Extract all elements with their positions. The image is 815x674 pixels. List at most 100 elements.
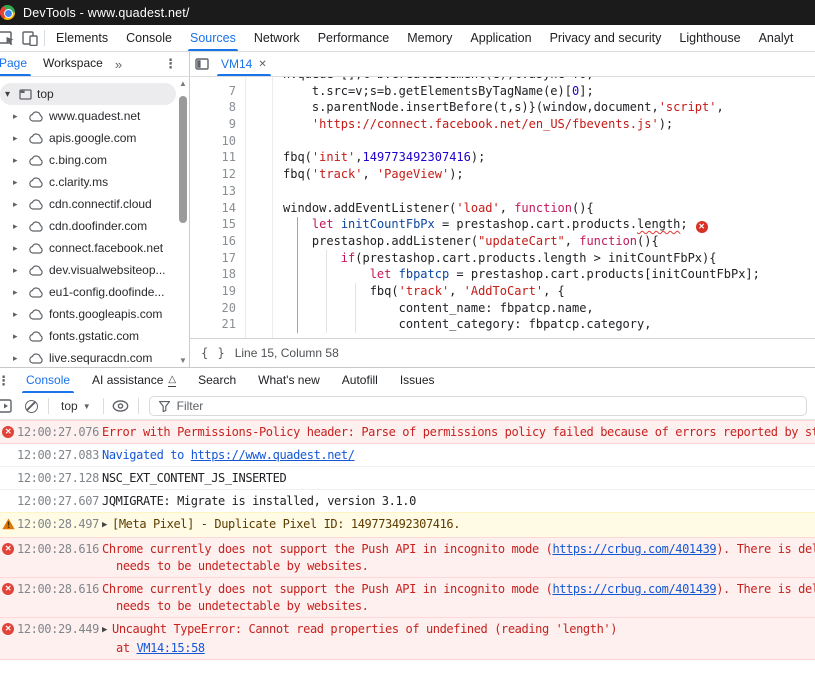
close-tab-icon[interactable]: ✕ xyxy=(258,53,266,76)
drawer-menu-icon[interactable]: ⋮ xyxy=(0,373,7,389)
message-segment: needs to be undetectable by websites. xyxy=(116,559,369,573)
panel-tab-sources[interactable]: Sources xyxy=(181,25,245,52)
tree-item-connect-facebook-net[interactable]: ▸connect.facebook.net xyxy=(0,237,189,259)
message-link[interactable]: https://crbug.com/401439 xyxy=(552,542,716,556)
triangle-collapsed-icon[interactable]: ▸ xyxy=(13,243,22,254)
tree-item-cdn-connectif-cloud[interactable]: ▸cdn.connectif.cloud xyxy=(0,193,189,215)
drawer-tab-console[interactable]: Console xyxy=(15,368,81,394)
line-number[interactable]: 12 xyxy=(190,166,236,183)
clear-console-icon[interactable] xyxy=(20,395,42,417)
console-message-error: ✕12:00:28.616Chrome currently does not s… xyxy=(0,577,815,618)
line-number[interactable]: 21 xyxy=(190,316,236,333)
hide-navigator-icon[interactable] xyxy=(190,52,214,76)
panel-tab-analyt[interactable]: Analyt xyxy=(750,25,803,52)
tree-item-fonts-gstatic-com[interactable]: ▸fonts.gstatic.com xyxy=(0,325,189,347)
drawer-tab-issues[interactable]: Issues xyxy=(389,368,446,394)
triangle-collapsed-icon[interactable]: ▸ xyxy=(13,177,22,188)
expand-triangle-icon[interactable]: ▶ xyxy=(102,517,107,534)
editor-tab-label: VM14 xyxy=(221,53,252,76)
navigator-menu-icon[interactable]: ⋮ xyxy=(164,56,177,72)
triangle-collapsed-icon[interactable]: ▸ xyxy=(13,199,22,210)
triangle-collapsed-icon[interactable]: ▸ xyxy=(13,287,22,298)
tree-item-www-quadest-net[interactable]: ▸www.quadest.net xyxy=(0,105,189,127)
tree-item-apis-google-com[interactable]: ▸apis.google.com xyxy=(0,127,189,149)
tree-item-c-bing-com[interactable]: ▸c.bing.com xyxy=(0,149,189,171)
triangle-collapsed-icon[interactable]: ▸ xyxy=(13,309,22,320)
tree-item-fonts-googleapis-com[interactable]: ▸fonts.googleapis.com xyxy=(0,303,189,325)
message-link[interactable]: https://www.quadest.net/ xyxy=(191,448,355,462)
panel-tab-network[interactable]: Network xyxy=(245,25,309,52)
breakpoint-gutter[interactable] xyxy=(246,77,273,338)
line-number[interactable]: 7 xyxy=(190,83,236,100)
triangle-collapsed-icon[interactable]: ▸ xyxy=(13,331,22,342)
message-link[interactable]: https://crbug.com/401439 xyxy=(552,582,716,596)
message-line: Chrome currently does not support the Pu… xyxy=(102,581,815,598)
live-expression-eye-icon[interactable] xyxy=(110,395,132,417)
tab-page[interactable]: Page xyxy=(0,52,35,76)
editor-tab-vm14[interactable]: VM14 ✕ xyxy=(214,52,274,76)
line-number[interactable]: 11 xyxy=(190,149,236,166)
panel-tab-console[interactable]: Console xyxy=(117,25,181,52)
code-token: ); xyxy=(471,150,485,164)
drawer-tab-ai-assistance[interactable]: AI assistance△ xyxy=(81,368,187,394)
line-number[interactable]: 8 xyxy=(190,99,236,116)
message-link[interactable]: VM14:15:58 xyxy=(136,641,204,655)
console-sidebar-icon[interactable] xyxy=(0,395,16,417)
tree-item-label: c.clarity.ms xyxy=(49,175,108,189)
line-number[interactable]: 9 xyxy=(190,116,236,133)
inspect-element-icon[interactable] xyxy=(0,25,18,51)
drawer-tab-autofill[interactable]: Autofill xyxy=(331,368,389,394)
navigator-scrollbar[interactable]: ▲ ▼ xyxy=(177,77,189,367)
code-token: 'https://connect.facebook.net/en_US/fbev… xyxy=(312,117,659,131)
device-toolbar-icon[interactable] xyxy=(18,25,42,51)
code-token: , xyxy=(355,150,362,164)
tree-item-live-sequracdn-com[interactable]: ▸live.sequracdn.com xyxy=(0,347,189,367)
console-message-warning: 12:00:28.497▶[Meta Pixel] - Duplicate Pi… xyxy=(0,512,815,538)
triangle-collapsed-icon[interactable]: ▸ xyxy=(13,155,22,166)
expand-triangle-icon[interactable]: ▶ xyxy=(102,622,107,639)
tree-item-top-frame[interactable]: ▾ top xyxy=(0,83,176,105)
scroll-up-icon[interactable]: ▲ xyxy=(177,77,189,90)
triangle-collapsed-icon[interactable]: ▸ xyxy=(13,353,22,364)
tree-item-dev-visualwebsiteop-[interactable]: ▸dev.visualwebsiteop... xyxy=(0,259,189,281)
panel-tab-elements[interactable]: Elements xyxy=(47,25,117,52)
triangle-collapsed-icon[interactable]: ▸ xyxy=(13,265,22,276)
line-number[interactable]: 14 xyxy=(190,200,236,217)
panel-tab-application[interactable]: Application xyxy=(461,25,540,52)
tree-item-c-clarity-ms[interactable]: ▸ c.clarity.ms xyxy=(0,171,189,193)
line-number[interactable]: 20 xyxy=(190,300,236,317)
drawer-tab-what-s-new[interactable]: What's new xyxy=(247,368,331,394)
tree-item-cdn-doofinder-com[interactable]: ▸cdn.doofinder.com xyxy=(0,215,189,237)
line-number[interactable]: 10 xyxy=(190,133,236,150)
scrollbar-thumb[interactable] xyxy=(179,96,187,223)
triangle-collapsed-icon[interactable]: ▸ xyxy=(13,221,22,232)
panel-tab-memory[interactable]: Memory xyxy=(398,25,461,52)
panel-tab-privacy-and-security[interactable]: Privacy and security xyxy=(541,25,671,52)
line-number[interactable]: 15 xyxy=(190,216,236,233)
triangle-collapsed-icon[interactable]: ▸ xyxy=(13,133,22,144)
line-number[interactable]: 16 xyxy=(190,233,236,250)
triangle-collapsed-icon[interactable]: ▸ xyxy=(13,111,22,122)
panel-tab-lighthouse[interactable]: Lighthouse xyxy=(670,25,749,52)
triangle-expanded-icon[interactable]: ▾ xyxy=(5,89,14,100)
more-tabs-icon[interactable]: » xyxy=(111,57,126,72)
line-number[interactable]: 17 xyxy=(190,250,236,267)
line-number[interactable]: 19 xyxy=(190,283,236,300)
line-number[interactable]: 18 xyxy=(190,266,236,283)
timestamp: 12:00:29.449 xyxy=(17,621,102,638)
tree-item-label: top xyxy=(37,87,54,101)
drawer-tab-search[interactable]: Search xyxy=(187,368,247,394)
panel-tab-performance[interactable]: Performance xyxy=(309,25,399,52)
sources-subheader: Page Workspace » ⋮ VM14 ✕ xyxy=(0,52,815,77)
tab-workspace[interactable]: Workspace xyxy=(35,52,111,76)
code-area[interactable]: n.queue=[];t=b.createElement(e);t.async=… xyxy=(273,77,815,338)
inline-error-icon[interactable]: ✕ xyxy=(696,221,708,233)
code-token: , xyxy=(716,100,723,114)
context-selector[interactable]: top ▼ xyxy=(55,399,97,413)
filter-input[interactable]: Filter xyxy=(149,396,807,416)
scroll-down-icon[interactable]: ▼ xyxy=(177,354,189,367)
message-line: Navigated to https://www.quadest.net/ xyxy=(102,447,815,464)
line-number[interactable]: 13 xyxy=(190,183,236,200)
tree-item-eu1-config-doofinde-[interactable]: ▸eu1-config.doofinde... xyxy=(0,281,189,303)
pretty-print-icon[interactable]: { } xyxy=(201,346,226,360)
